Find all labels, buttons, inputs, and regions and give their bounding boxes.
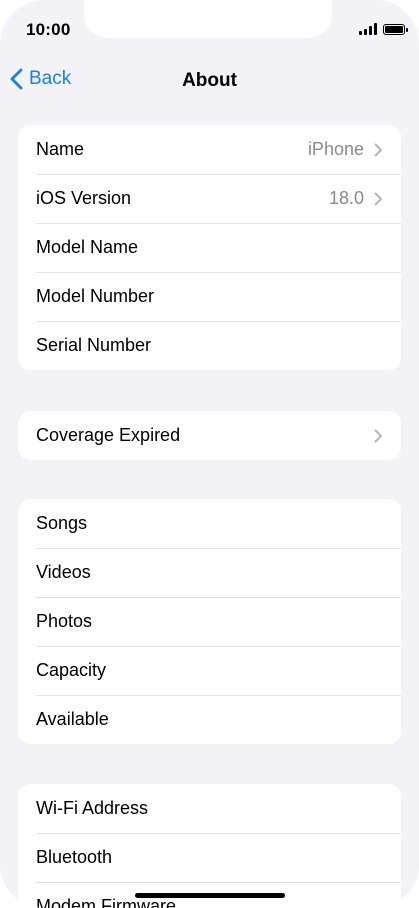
row-label: Model Number	[36, 286, 155, 306]
row-label: Bluetooth	[36, 847, 113, 867]
row-label: Photos	[36, 611, 93, 631]
ios-version-row[interactable]: iOS Version 18.0	[18, 174, 401, 223]
battery-icon	[383, 23, 408, 35]
bluetooth-row: Bluetooth	[18, 833, 401, 882]
status-bar: 10:00	[0, 0, 419, 60]
songs-row: Songs	[18, 499, 401, 548]
wifi-address-row: Wi-Fi Address	[18, 784, 401, 833]
row-label: Songs	[36, 513, 88, 533]
chevron-right-icon	[374, 429, 382, 442]
coverage-group: Coverage Expired	[18, 411, 401, 460]
row-value: iPhone	[307, 139, 364, 159]
videos-row: Videos	[18, 548, 401, 597]
page-title: About	[182, 70, 237, 91]
row-label: Serial Number	[36, 335, 152, 355]
row-value: 18.0	[328, 188, 364, 208]
chevron-right-icon	[374, 192, 382, 205]
available-row: Available	[18, 695, 401, 744]
status-icons	[359, 23, 408, 35]
name-row[interactable]: Name iPhone	[18, 125, 401, 174]
status-time: 10:00	[26, 20, 71, 39]
navigation-bar: Back About	[0, 60, 419, 104]
capacity-row: Capacity	[18, 646, 401, 695]
row-label: Wi-Fi Address	[36, 798, 149, 818]
photos-row: Photos	[18, 597, 401, 646]
row-label: Videos	[36, 562, 91, 582]
coverage-row[interactable]: Coverage Expired	[18, 411, 401, 460]
row-label: Capacity	[36, 660, 107, 680]
model-number-row: Model Number	[18, 272, 401, 321]
home-indicator[interactable]	[135, 893, 285, 898]
row-label: Name	[36, 139, 85, 159]
cellular-signal-icon	[359, 23, 377, 35]
row-label: iOS Version	[36, 188, 132, 208]
row-label: Available	[36, 709, 109, 729]
model-name-row: Model Name	[18, 223, 401, 272]
chevron-right-icon	[374, 143, 382, 156]
row-label: Coverage Expired	[36, 425, 181, 445]
row-label: Model Name	[36, 237, 139, 257]
phone-screen: 10:00 Back About Name iPhone iOS Version…	[0, 0, 419, 908]
serial-number-row: Serial Number	[18, 321, 401, 370]
media-group: Songs Videos Photos Capacity Available	[18, 499, 401, 744]
device-info-group: Name iPhone iOS Version 18.0 Model Name …	[18, 125, 401, 370]
network-group: Wi-Fi Address Bluetooth Modem Firmware	[18, 784, 401, 908]
